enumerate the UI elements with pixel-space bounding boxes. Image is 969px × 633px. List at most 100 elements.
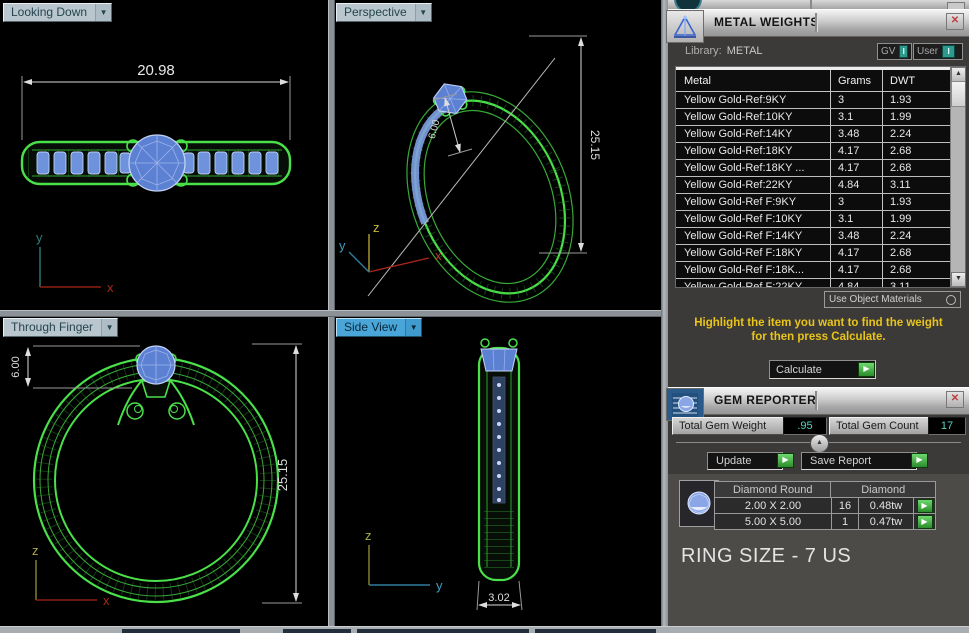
table-row[interactable]: Yellow Gold-Ref:18KY ... 4.17 2.68: [676, 160, 951, 177]
svg-text:y: y: [436, 578, 443, 593]
svg-text:z: z: [365, 528, 372, 543]
total-gem-count-value: 17: [928, 417, 966, 435]
gv-indicator: I: [899, 45, 908, 58]
metal-weights-close-button[interactable]: ✕: [946, 13, 964, 30]
gem-row-play-icon[interactable]: ▶: [916, 514, 933, 529]
save-report-button[interactable]: Save Report: [801, 452, 917, 470]
panel-splitter[interactable]: [661, 0, 668, 633]
dim-label: 20.98: [137, 62, 175, 79]
gem-row-play-icon[interactable]: ▶: [916, 498, 933, 513]
svg-text:x: x: [107, 280, 114, 295]
viewport-label-text: Through Finger: [11, 320, 94, 334]
total-gem-weight-label: Total Gem Weight: [672, 417, 789, 435]
metal-weights-icon: [666, 10, 704, 43]
update-button[interactable]: Update: [707, 452, 783, 470]
metal-table-header: Metal Grams DWT: [676, 67, 951, 92]
svg-text:3.02: 3.02: [488, 592, 509, 604]
metal-weights-title: METAL WEIGHTS: [714, 15, 819, 29]
application-window: 20.98 y x Looking Down ▼ 25.15 6.00 z y …: [0, 0, 969, 633]
scroll-thumb[interactable]: [951, 81, 965, 107]
scroll-down-button[interactable]: ▼: [951, 272, 965, 287]
user-indicator: I: [942, 45, 956, 58]
table-row[interactable]: Yellow Gold-Ref F:14KY 3.48 2.24: [676, 228, 951, 245]
viewport-divider-horizontal[interactable]: [0, 310, 661, 317]
taskbar-panel-edge: [283, 629, 351, 633]
chevron-down-icon[interactable]: ▼: [405, 319, 422, 336]
side-view-canvas[interactable]: 3.02 z y: [333, 315, 661, 626]
dimension-width: 20.98: [21, 62, 291, 140]
axis-indicator: z y: [365, 528, 443, 593]
looking-down-canvas[interactable]: 20.98 y x: [0, 0, 328, 310]
taskbar-panel-edge: [357, 629, 529, 633]
viewport-side-view[interactable]: 3.02 z y Side View ▼: [333, 315, 661, 626]
table-row[interactable]: Yellow Gold-Ref:10KY 3.1 1.99: [676, 109, 951, 126]
svg-text:y: y: [36, 230, 43, 245]
metal-weights-header: METAL WEIGHTS: [668, 9, 969, 37]
dimension-outer-diameter: 25.15: [252, 343, 302, 604]
viewport-label-text: Looking Down: [11, 5, 88, 19]
ring-front-view: [32, 345, 280, 604]
viewport-perspective[interactable]: 25.15 6.00 z y x Perspective ▼: [333, 0, 661, 310]
gem-row[interactable]: 2.00 X 2.00 16 0.48tw ▶: [714, 497, 936, 514]
viewport-label-through-finger[interactable]: Through Finger ▼: [3, 318, 119, 337]
ring-size-text: RING SIZE - 7 US: [681, 545, 852, 567]
gem-table: Diamond Round Diamond 2.00 X 2.00 16 0.4…: [714, 481, 936, 530]
table-row[interactable]: Yellow Gold-Ref F:10KY 3.1 1.99: [676, 211, 951, 228]
radio-icon: [946, 294, 956, 305]
chevron-down-icon[interactable]: ▼: [414, 4, 431, 21]
taskbar-panel-edge: [122, 629, 240, 633]
viewport-through-finger[interactable]: 6.00 25.15 z x Through Finger ▼: [0, 315, 328, 626]
collapse-button[interactable]: ▲: [810, 434, 829, 453]
table-row[interactable]: Yellow Gold-Ref:22KY 4.84 3.11: [676, 177, 951, 194]
total-gem-weight-value: .95: [783, 417, 827, 435]
gv-toggle-button[interactable]: GV I: [877, 43, 912, 60]
metal-weights-table: Metal Grams DWT Yellow Gold-Ref:9KY 3 1.93…: [675, 66, 966, 288]
ring-side-view: [477, 338, 521, 582]
svg-text:x: x: [435, 248, 442, 263]
gem-row[interactable]: 5.00 X 5.00 1 0.47tw ▶: [714, 513, 936, 530]
svg-text:6.00: 6.00: [10, 356, 22, 377]
table-scrollbar[interactable]: ▲ ▼: [950, 67, 965, 287]
table-row[interactable]: Yellow Gold-Ref:9KY 3 1.93: [676, 92, 951, 109]
viewport-label-perspective[interactable]: Perspective ▼: [336, 3, 432, 22]
table-row[interactable]: Yellow Gold-Ref F:9KY 3 1.93: [676, 194, 951, 211]
calculate-hint-text: Highlight the item you want to find the …: [694, 317, 943, 343]
svg-text:z: z: [373, 220, 380, 235]
svg-text:x: x: [103, 593, 110, 608]
gem-reporter-close-button[interactable]: ✕: [946, 391, 964, 408]
perspective-canvas[interactable]: 25.15 6.00 z y x: [333, 0, 661, 310]
library-value: METAL: [726, 45, 763, 57]
viewport-label-text: Perspective: [344, 5, 407, 19]
gem-thumbnail: [679, 480, 719, 527]
through-finger-canvas[interactable]: 6.00 25.15 z x: [0, 315, 328, 626]
table-row[interactable]: Yellow Gold-Ref F:18K... 4.17 2.68: [676, 262, 951, 279]
use-object-materials-button[interactable]: Use Object Materials: [824, 291, 961, 308]
col-metal: Metal: [676, 70, 831, 91]
save-report-play-icon[interactable]: ▶: [911, 453, 928, 468]
viewport-label-side-view[interactable]: Side View ▼: [336, 318, 423, 337]
table-row[interactable]: Yellow Gold-Ref:14KY 3.48 2.24: [676, 126, 951, 143]
ring-top-view: [20, 134, 292, 192]
viewport-looking-down[interactable]: 20.98 y x Looking Down ▼: [0, 0, 328, 310]
table-row[interactable]: Yellow Gold-Ref:18KY 4.17 2.68: [676, 143, 951, 160]
header-divider: [815, 13, 818, 32]
svg-text:z: z: [32, 543, 39, 558]
calculate-play-icon[interactable]: ▶: [858, 362, 875, 377]
table-row[interactable]: Yellow Gold-Ref F:18KY 4.17 2.68: [676, 245, 951, 262]
scroll-up-button[interactable]: ▲: [951, 67, 965, 82]
header-divider: [810, 0, 812, 9]
calculate-button[interactable]: Calculate ▶: [769, 360, 876, 379]
chevron-down-icon[interactable]: ▼: [101, 319, 118, 336]
svg-text:25.15: 25.15: [588, 130, 602, 160]
table-row[interactable]: Yellow Gold-Ref F:22KY 4.84 3.11: [676, 279, 951, 287]
gem-col-shape: Diamond Round: [714, 481, 832, 498]
svg-text:25.15: 25.15: [275, 459, 290, 492]
col-grams: Grams: [831, 70, 883, 91]
ring-perspective: [406, 83, 574, 303]
total-gem-count-label: Total Gem Count: [829, 417, 934, 435]
chevron-down-icon[interactable]: ▼: [95, 4, 112, 21]
update-play-icon[interactable]: ▶: [777, 453, 794, 468]
library-label: Library: METAL: [685, 45, 763, 57]
user-toggle-button[interactable]: User I: [913, 43, 963, 60]
viewport-label-looking-down[interactable]: Looking Down ▼: [3, 3, 113, 22]
